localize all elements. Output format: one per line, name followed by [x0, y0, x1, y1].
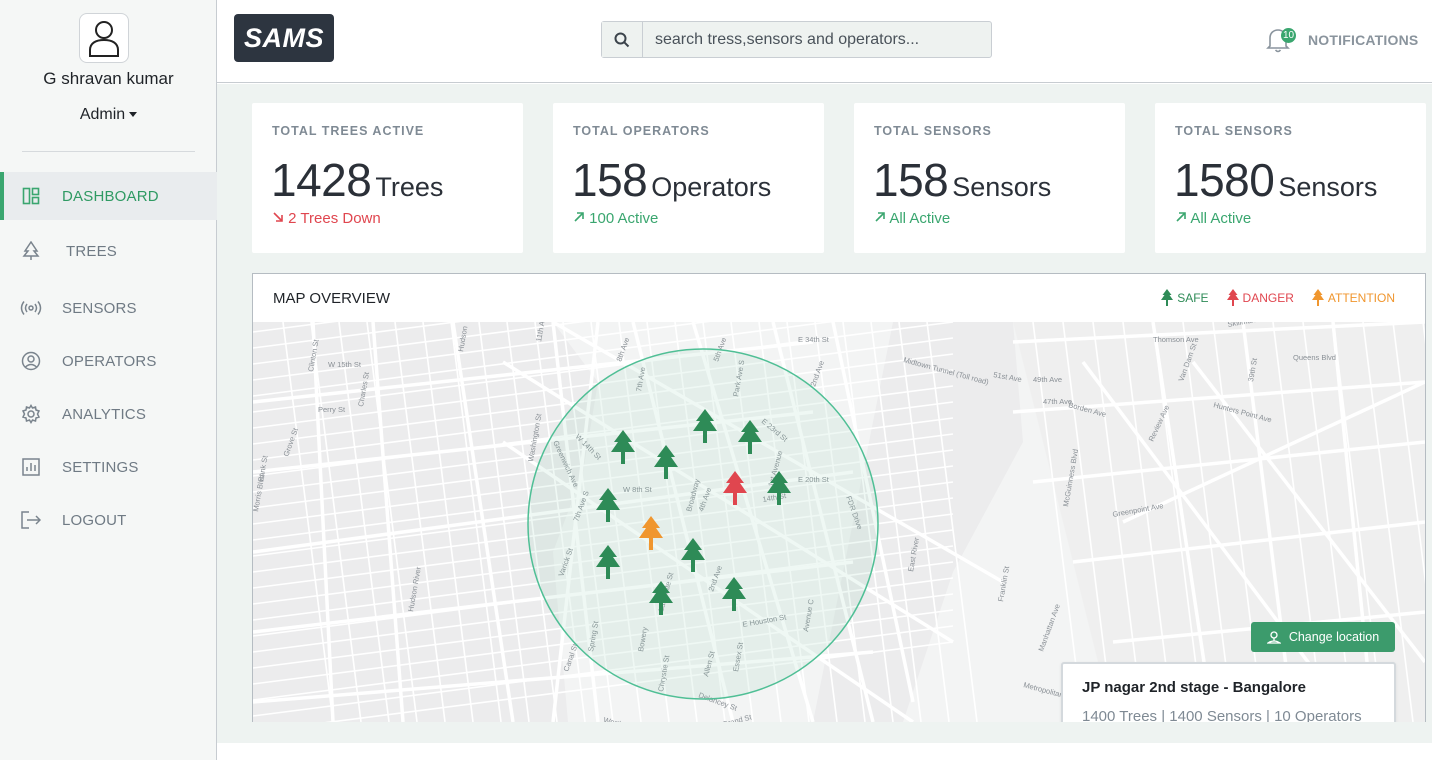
sidebar-item-label: LOGOUT [62, 511, 127, 529]
search-input[interactable] [643, 22, 991, 57]
location-info-card: JP nagar 2nd stage - Bangalore 1400 Tree… [1061, 662, 1396, 722]
street-label: W 15th St [328, 360, 362, 369]
stat-title: TOTAL SENSORS [1175, 124, 1293, 138]
stat-unit: Trees [375, 172, 444, 202]
stat-trend: 2 Trees Down [272, 210, 381, 227]
sidebar-item-analytics[interactable]: ANALYTICS [0, 390, 217, 438]
sidebar-divider [22, 151, 195, 152]
tree-icon [1161, 289, 1174, 306]
sidebar-item-trees[interactable]: TREES [0, 227, 217, 275]
sidebar-item-label: SENSORS [62, 299, 137, 317]
street-label: Queens Blvd [1293, 353, 1336, 362]
tree-icon [1311, 289, 1324, 306]
stat-unit: Sensors [1278, 172, 1378, 202]
user-icon [89, 21, 119, 57]
user-name: G shravan kumar [43, 69, 174, 88]
sidebar-item-sensors[interactable]: SENSORS [0, 284, 217, 332]
app-logo[interactable]: SAMS [234, 14, 334, 62]
location-stats: 1400 Trees | 1400 Sensors | 10 Operators [1082, 708, 1362, 722]
stat-value: 1428 Trees [271, 153, 443, 207]
tree-icon [1226, 289, 1239, 306]
stat-card-sensors-total: TOTAL SENSORS 1580 Sensors All Active [1155, 103, 1426, 253]
operator-icon [20, 350, 42, 372]
change-location-label: Change location [1288, 630, 1380, 644]
stat-trend-label: 100 Active [589, 210, 659, 227]
stat-title: TOTAL SENSORS [874, 124, 992, 138]
sidebar-item-label: SETTINGS [62, 458, 139, 476]
search-bar [601, 21, 992, 58]
role-dropdown[interactable]: Admin [0, 106, 217, 124]
arrow-up-right-icon [1176, 212, 1186, 222]
coverage-circle [527, 348, 879, 700]
legend-safe: SAFE [1161, 289, 1209, 306]
sidebar-item-dashboard[interactable]: DASHBOARD [0, 172, 217, 220]
stat-unit: Sensors [952, 172, 1052, 202]
stat-number: 1580 [1174, 154, 1275, 206]
sidebar-item-label: OPERATORS [62, 352, 157, 370]
gear-icon [20, 403, 42, 425]
stat-number: 158 [572, 154, 648, 206]
notifications-button[interactable]: 10 NOTIFICATIONS [1266, 24, 1418, 56]
street-label: Perry St [318, 405, 346, 414]
sidebar-item-label: DASHBOARD [62, 187, 159, 205]
search-icon [614, 32, 630, 47]
stat-trend: 100 Active [573, 210, 658, 227]
map-legend: SAFE DANGER ATTENTION [1143, 289, 1395, 306]
search-button[interactable] [602, 22, 643, 57]
legend-danger: DANGER [1226, 289, 1294, 306]
notification-count-badge: 10 [1281, 28, 1297, 43]
sidebar-item-settings[interactable]: SETTINGS [0, 443, 217, 491]
tree-icon [20, 240, 42, 262]
legend-attention: ATTENTION [1311, 289, 1395, 306]
notifications-label: NOTIFICATIONS [1308, 32, 1419, 48]
stat-card-sensors: TOTAL SENSORS 158 Sensors All Active [854, 103, 1125, 253]
location-pin-icon [1266, 630, 1281, 644]
sidebar-item-label: ANALYTICS [62, 405, 147, 423]
stat-unit: Operators [651, 172, 772, 202]
stat-title: TOTAL TREES ACTIVE [272, 124, 425, 138]
street-label: 49th Ave [1033, 375, 1062, 384]
legend-label: ATTENTION [1327, 290, 1395, 305]
stat-value: 158 Operators [572, 153, 771, 207]
change-location-button[interactable]: Change location [1251, 622, 1395, 652]
arrow-up-right-icon [574, 212, 584, 222]
stat-trend-label: All Active [1190, 210, 1252, 227]
street-label: E 34th St [798, 335, 830, 344]
stat-trend: All Active [1175, 210, 1251, 227]
logout-icon [20, 509, 42, 531]
top-header: SAMS 10 NOTIFICATIONS [217, 0, 1432, 83]
arrow-up-right-icon [875, 212, 885, 222]
legend-label: SAFE [1177, 290, 1209, 305]
stat-number: 1428 [271, 154, 372, 206]
caret-down-icon [129, 112, 138, 118]
arrow-down-right-icon [273, 212, 283, 222]
avatar[interactable] [79, 13, 129, 63]
stat-number: 158 [873, 154, 949, 206]
sidebar-item-operators[interactable]: OPERATORS [0, 337, 217, 385]
stat-trend: All Active [874, 210, 950, 227]
legend-label: DANGER [1242, 290, 1294, 305]
stat-title: TOTAL OPERATORS [573, 124, 710, 138]
role-label: Admin [79, 106, 126, 123]
dashboard-icon [20, 185, 42, 207]
sidebar-item-logout[interactable]: LOGOUT [0, 496, 217, 544]
chart-icon [20, 456, 42, 478]
sidebar-item-label: TREES [66, 242, 118, 260]
stat-trend-label: 2 Trees Down [288, 210, 381, 227]
location-name: JP nagar 2nd stage - Bangalore [1082, 679, 1306, 696]
sensor-icon [20, 297, 42, 319]
stat-trend-label: All Active [889, 210, 951, 227]
map-title: MAP OVERVIEW [273, 290, 390, 307]
stat-card-operators: TOTAL OPERATORS 158 Operators 100 Active [553, 103, 824, 253]
map-canvas[interactable]: 11th Ave Hudson Clinton St W 15th St Perry S… [253, 322, 1425, 722]
stat-value: 1580 Sensors [1174, 153, 1377, 207]
stat-card-trees: TOTAL TREES ACTIVE 1428 Trees 2 Trees Dow… [252, 103, 523, 253]
footer-strip [217, 743, 1432, 760]
bell-icon: 10 [1266, 26, 1297, 54]
map-overview-card: MAP OVERVIEW SAFE DANGER ATTENTION 11th … [252, 273, 1426, 722]
stat-value: 158 Sensors [873, 153, 1051, 207]
sidebar: G shravan kumar Admin DASHBOARD TREES SE… [0, 0, 217, 760]
street-label: Thomson Ave [1153, 335, 1199, 344]
